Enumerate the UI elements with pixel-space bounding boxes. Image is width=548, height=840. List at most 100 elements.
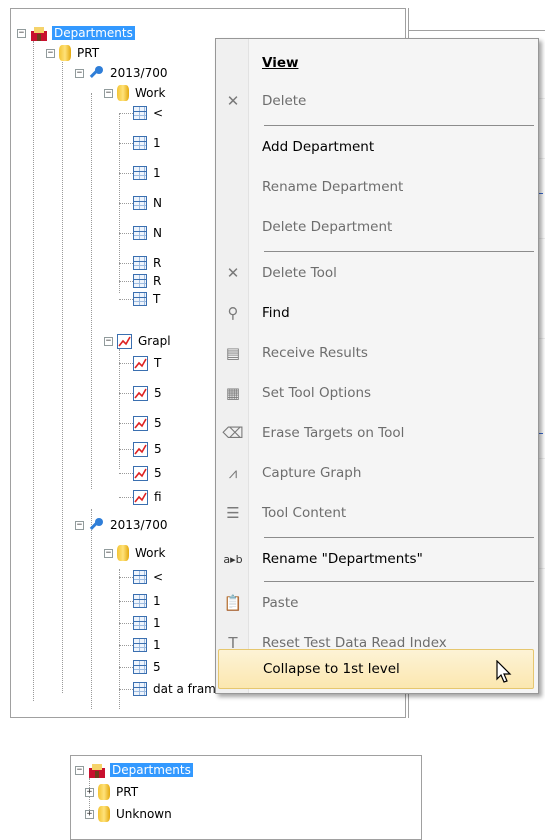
menu-item-paste[interactable]: 📋 Paste: [218, 585, 534, 621]
tree-node-label: Work: [135, 86, 166, 100]
key-icon: [88, 517, 104, 533]
tree-node-tool[interactable]: − 2013/700: [75, 63, 170, 83]
tree-node-graphs[interactable]: − Grapl: [104, 331, 173, 351]
tree-node-label: Departments: [110, 763, 193, 777]
table-icon: [133, 292, 147, 306]
expand-toggle[interactable]: +: [85, 809, 94, 819]
context-menu: View ✕ Delete Add Department Rename Depar…: [215, 38, 539, 694]
tree-node-label: 1: [153, 638, 161, 652]
table-icon: [133, 570, 147, 584]
table-icon: [133, 196, 147, 210]
tree-node-table[interactable]: N: [133, 193, 164, 213]
tree-node-label: 2013/700: [110, 66, 168, 80]
menu-item-add-department[interactable]: Add Department: [218, 129, 534, 165]
database-icon: [59, 45, 71, 61]
tree-node-table[interactable]: 1: [133, 133, 163, 153]
menu-item-view[interactable]: View: [218, 45, 534, 81]
tool-options-icon: ▦: [225, 384, 241, 402]
tree-node-departments[interactable]: − Departments: [75, 760, 193, 780]
table-icon: [133, 166, 147, 180]
receive-results-icon: ▤: [225, 344, 241, 362]
menu-item-collapse-first-level[interactable]: Collapse to 1st level: [218, 649, 534, 689]
table-icon: [133, 256, 147, 270]
delete-tool-icon: ✕: [226, 264, 240, 282]
tree-node-prt[interactable]: − PRT: [46, 43, 101, 63]
tree-node-graph[interactable]: T: [133, 353, 163, 373]
collapse-toggle[interactable]: −: [104, 548, 113, 558]
tree-node-workbook[interactable]: − Work: [104, 83, 167, 103]
eraser-icon: ⌫: [222, 424, 244, 442]
tree-node-label: 1: [153, 166, 161, 180]
collapse-toggle[interactable]: −: [75, 68, 84, 78]
tree-node-tool[interactable]: − 2013/700: [75, 515, 170, 535]
search-icon: ⚲: [227, 304, 239, 322]
tree-node-graph[interactable]: 5: [133, 463, 164, 483]
tree-node-label: Work: [135, 546, 166, 560]
tree-node-graph[interactable]: 5: [133, 383, 164, 403]
menu-item-set-tool-options[interactable]: ▦ Set Tool Options: [218, 375, 534, 411]
tree-node-unknown[interactable]: + Unknown: [85, 804, 174, 824]
departments-icon: [88, 762, 106, 779]
tree-node-graph[interactable]: fi: [133, 487, 164, 507]
database-icon: [117, 545, 129, 561]
tree-node-table[interactable]: 5: [133, 657, 163, 677]
collapse-toggle[interactable]: −: [46, 48, 55, 58]
table-icon: [133, 616, 147, 630]
collapse-toggle[interactable]: −: [75, 765, 84, 775]
departments-icon: [30, 25, 48, 42]
expand-toggle[interactable]: +: [85, 787, 94, 797]
table-icon: [133, 226, 147, 240]
graph-icon: [133, 465, 148, 481]
tree-node-label: T: [154, 356, 162, 370]
collapse-toggle[interactable]: −: [104, 336, 113, 346]
menu-item-rename-departments[interactable]: a▸b Rename "Departments": [218, 541, 534, 577]
menu-item-capture-graph[interactable]: ⩘ Capture Graph: [218, 455, 534, 491]
screenshot-expanded-tree: − Departments − PRT − 2013/700 − Work < …: [10, 8, 545, 718]
tree-node-graph[interactable]: 5: [133, 439, 164, 459]
tree-node-label: 5: [154, 416, 162, 430]
tree-node-departments[interactable]: − Departments: [17, 23, 135, 43]
menu-item-tool-content[interactable]: ☰ Tool Content: [218, 495, 534, 531]
menu-item-delete-tool[interactable]: ✕ Delete Tool: [218, 255, 534, 291]
tree-node-table[interactable]: N: [133, 223, 164, 243]
collapse-toggle[interactable]: −: [104, 88, 113, 98]
menu-item-delete[interactable]: ✕ Delete: [218, 83, 534, 119]
tree-node-graph[interactable]: 5: [133, 413, 164, 433]
tree-node-table[interactable]: 1: [133, 613, 163, 633]
tree-node-table[interactable]: T: [133, 289, 162, 309]
table-icon: [133, 660, 147, 674]
tree-node-table[interactable]: 1: [133, 163, 163, 183]
database-icon: [98, 784, 110, 800]
tree-node-label: 1: [153, 616, 161, 630]
tree-node-label: 5: [153, 660, 161, 674]
tree-node-table[interactable]: R: [133, 253, 163, 273]
tree-node-table[interactable]: <: [133, 103, 165, 123]
tree-node-table[interactable]: 1: [133, 591, 163, 611]
tree-node-label: PRT: [116, 785, 139, 799]
menu-item-rename-department[interactable]: Rename Department: [218, 169, 534, 205]
tree-node-prt[interactable]: + PRT: [85, 782, 140, 802]
tree-node-table[interactable]: 1: [133, 635, 163, 655]
tree-node-table[interactable]: <: [133, 567, 165, 587]
menu-item-receive-results[interactable]: ▤ Receive Results: [218, 335, 534, 371]
tree-node-label: 1: [153, 594, 161, 608]
tree-node-label: N: [153, 196, 162, 210]
mouse-cursor-icon: [496, 659, 514, 687]
tree-node-label: N: [153, 226, 162, 240]
database-icon: [98, 806, 110, 822]
screenshot-collapsed-tree: − Departments + PRT + Unknown: [70, 755, 422, 840]
graph-icon: [133, 385, 148, 401]
menu-item-erase-targets[interactable]: ⌫ Erase Targets on Tool: [218, 415, 534, 451]
tree-node-label: Departments: [52, 26, 135, 40]
graph-icon: [117, 333, 132, 349]
tree-node-label: 2013/700: [110, 518, 168, 532]
menu-item-delete-department[interactable]: Delete Department: [218, 209, 534, 245]
menu-item-find[interactable]: ⚲ Find: [218, 295, 534, 331]
graph-icon: [133, 355, 148, 371]
collapse-toggle[interactable]: −: [17, 28, 26, 38]
tree-node-label: R: [153, 256, 162, 270]
key-icon: [88, 65, 104, 81]
tree-node-table[interactable]: R: [133, 271, 163, 291]
collapse-toggle[interactable]: −: [75, 520, 84, 530]
tree-node-workbook[interactable]: − Work: [104, 543, 167, 563]
